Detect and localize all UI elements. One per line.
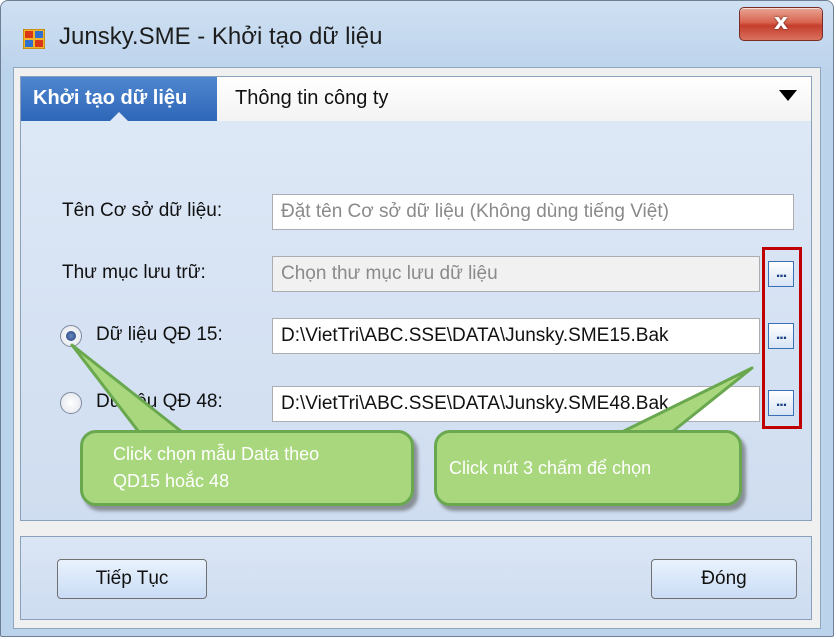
callout-select-template: Click chọn mẫu Data theo QD15 hoắc 48 bbox=[80, 430, 414, 506]
callout-browse-hint: Click nút 3 chấm để chọn bbox=[434, 430, 742, 506]
callout-select-template-line1: Click chọn mẫu Data theo bbox=[113, 444, 320, 464]
callout-browse-hint-text: Click nút 3 chấm để chọn bbox=[449, 458, 652, 478]
continue-button[interactable]: Tiếp Tục bbox=[57, 559, 207, 599]
callout-select-template-line2: QD15 hoắc 48 bbox=[113, 471, 230, 491]
button-panel: Tiếp Tục Đóng bbox=[20, 536, 812, 620]
close-button[interactable]: Đóng bbox=[651, 559, 797, 599]
